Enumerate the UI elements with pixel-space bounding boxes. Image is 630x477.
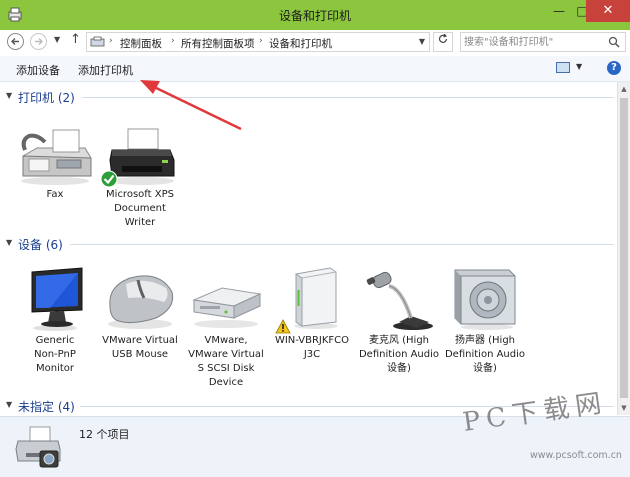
- group-divider: [82, 97, 614, 98]
- warning-badge-icon: [275, 319, 291, 334]
- device-label: 麦克风 (High Definition Audio 设备): [358, 335, 440, 374]
- back-arrow-icon: [11, 38, 19, 45]
- change-view-icon[interactable]: [556, 62, 570, 73]
- breadcrumb-control-panel[interactable]: 控制面板: [120, 36, 162, 51]
- search-box[interactable]: [460, 32, 626, 52]
- collapse-chevron-icon[interactable]: ▼: [6, 400, 12, 409]
- device-item-computer[interactable]: WIN-VBRJKFCO J3C: [270, 266, 354, 362]
- control-panel-icon: [90, 36, 105, 47]
- device-label: Fax: [46, 189, 64, 200]
- view-options-chevron-down-icon[interactable]: ▼: [576, 62, 582, 71]
- command-bar: 添加设备 添加打印机 ▼ ?: [0, 56, 630, 82]
- mouse-icon: [108, 275, 174, 329]
- help-button[interactable]: ?: [607, 61, 621, 75]
- breadcrumb-separator: ›: [109, 36, 113, 46]
- address-field[interactable]: › 控制面板 › 所有控制面板项 › 设备和打印机 ▼: [86, 32, 430, 52]
- device-label: WIN-VBRJKFCO J3C: [274, 335, 350, 360]
- group-title-devices: 设备 (6): [18, 238, 63, 252]
- address-history-chevron-down-icon[interactable]: ▼: [419, 37, 425, 46]
- title-bar: 设备和打印机 — □ ✕: [0, 0, 630, 30]
- search-input[interactable]: [464, 34, 604, 50]
- device-item-monitor[interactable]: Generic Non-PnP Monitor: [13, 266, 97, 376]
- breadcrumb-separator: ›: [171, 36, 175, 46]
- device-item-microphone[interactable]: 麦克风 (High Definition Audio 设备): [357, 266, 441, 376]
- up-arrow-icon[interactable]: ↑: [70, 32, 81, 47]
- device-item-speaker[interactable]: 扬声器 (High Definition Audio 设备): [443, 266, 527, 376]
- recent-pages-chevron-down-icon[interactable]: ▼: [54, 35, 60, 44]
- add-device-button[interactable]: 添加设备: [16, 62, 60, 78]
- device-item-usb-mouse[interactable]: VMware Virtual USB Mouse: [98, 266, 182, 362]
- watermark-brand: PC下载网: [460, 388, 610, 438]
- refresh-icon: [438, 33, 448, 43]
- window-title: 设备和打印机: [278, 9, 351, 23]
- forward-arrow-icon: [35, 38, 43, 45]
- disk-drive-icon: [192, 287, 262, 328]
- group-header-printers[interactable]: ▼ 打印机 (2): [0, 88, 630, 106]
- forward-button[interactable]: [30, 33, 47, 50]
- device-label: Microsoft XPS Document Writer: [106, 189, 174, 228]
- device-item-xps-writer[interactable]: Microsoft XPS Document Writer: [98, 126, 182, 230]
- fax-icon: [21, 129, 92, 185]
- search-icon[interactable]: [608, 36, 620, 48]
- microphone-icon: [366, 271, 433, 330]
- group-divider: [70, 244, 614, 245]
- breadcrumb-all-items[interactable]: 所有控制面板项: [181, 36, 255, 51]
- breadcrumb-devices-printers[interactable]: 设备和打印机: [269, 36, 332, 51]
- monitor-icon: [31, 267, 83, 331]
- add-printer-button[interactable]: 添加打印机: [78, 62, 133, 78]
- devices-printers-icon: [15, 426, 61, 468]
- device-item-scsi-disk[interactable]: VMware, VMware Virtual S SCSI Disk Devic…: [184, 266, 268, 390]
- vertical-scrollbar[interactable]: ▲ ▼: [617, 82, 630, 415]
- group-title-printers: 打印机 (2): [18, 91, 75, 105]
- close-button[interactable]: ✕: [586, 0, 630, 22]
- site-watermark: PC下载网 www.pcsoft.com.cn: [461, 388, 630, 477]
- speaker-icon: [454, 269, 516, 330]
- device-item-fax[interactable]: Fax: [13, 126, 97, 202]
- watermark-url: www.pcsoft.com.cn: [530, 450, 622, 461]
- device-label: VMware Virtual USB Mouse: [102, 335, 178, 360]
- default-check-badge-icon: [100, 170, 118, 188]
- device-label: 扬声器 (High Definition Audio 设备): [444, 335, 526, 374]
- address-bar: ▼ ↑ › 控制面板 › 所有控制面板项 › 设备和打印机 ▼: [0, 30, 630, 54]
- device-label: Generic Non-PnP Monitor: [34, 335, 76, 374]
- refresh-button[interactable]: [433, 32, 453, 52]
- scroll-up-arrow-icon[interactable]: ▲: [618, 82, 630, 96]
- breadcrumb-separator: ›: [259, 36, 263, 46]
- back-button[interactable]: [7, 33, 24, 50]
- group-title-unspecified: 未指定 (4): [18, 400, 75, 414]
- item-count: 12 个项目: [79, 428, 130, 441]
- collapse-chevron-icon[interactable]: ▼: [6, 238, 12, 247]
- group-header-devices[interactable]: ▼ 设备 (6): [0, 235, 630, 253]
- collapse-chevron-icon[interactable]: ▼: [6, 91, 12, 100]
- device-label: VMware, VMware Virtual S SCSI Disk Devic…: [188, 335, 264, 388]
- scroll-thumb[interactable]: [620, 98, 628, 398]
